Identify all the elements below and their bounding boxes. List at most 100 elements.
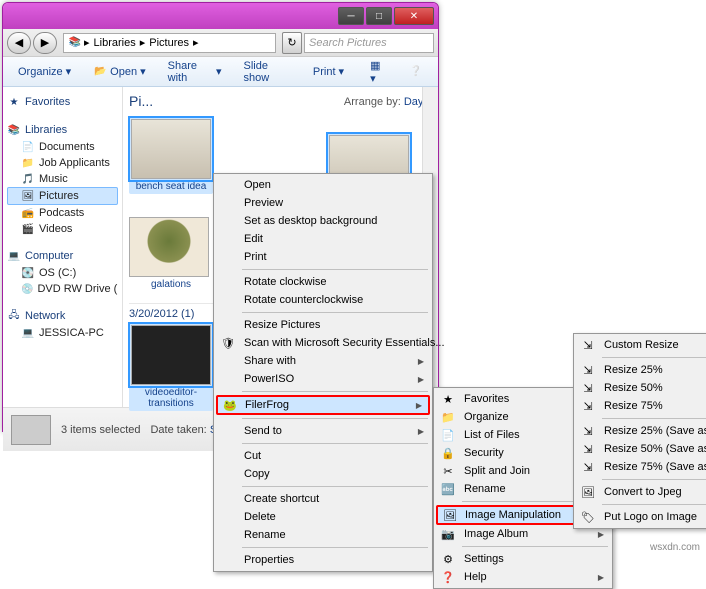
breadcrumb-item[interactable]: Pictures	[147, 37, 191, 49]
sidebar-item-pictures[interactable]: 🖼Pictures	[7, 187, 118, 205]
sidebar-item-podcasts[interactable]: 📻Podcasts	[7, 205, 118, 221]
menu-item-resize-50-[interactable]: ⇲Resize 50%	[576, 379, 706, 397]
thumbnail-label: galations	[129, 279, 213, 290]
breadcrumb-item[interactable]: Libraries	[92, 37, 138, 49]
thumbnail-image	[131, 325, 211, 385]
sidebar-libraries[interactable]: 📚Libraries	[7, 121, 118, 139]
toolbar: Organize ▾ 📂Open ▾ Share with ▾ Slide sh…	[3, 57, 438, 87]
breadcrumb[interactable]: 📚 ▸ Libraries ▸ Pictures ▸	[63, 33, 276, 53]
menu-icon: 🛡	[220, 335, 236, 351]
menu-icon: 📄	[440, 427, 456, 443]
view-button[interactable]: ▦ ▾	[361, 55, 396, 89]
thumbnail-label: videoeditor-transitions	[131, 387, 211, 409]
menu-icon: 🐸	[222, 397, 238, 413]
menu-item-settings[interactable]: ⚙Settings	[436, 550, 610, 568]
folder-icon: 📁	[21, 156, 35, 170]
sidebar-item-drive[interactable]: 💽OS (C:)	[7, 265, 118, 281]
thumbnail[interactable]: bench seat idea	[129, 117, 213, 194]
menu-icon: ⇲	[580, 337, 596, 353]
library-icon: 📚	[7, 123, 21, 137]
maximize-button[interactable]: □	[366, 7, 392, 25]
menu-icon: ⇲	[580, 441, 596, 457]
menu-item-cut[interactable]: Cut	[216, 447, 430, 465]
print-button[interactable]: Print ▾	[304, 61, 353, 82]
thumbnail-image	[131, 119, 211, 179]
menu-item-copy[interactable]: Copy	[216, 465, 430, 483]
menu-item-poweriso[interactable]: PowerISO	[216, 370, 430, 388]
folder-icon: 📻	[21, 206, 35, 220]
menu-item-edit[interactable]: Edit	[216, 230, 430, 248]
menu-item-properties[interactable]: Properties	[216, 551, 430, 569]
search-input[interactable]: Search Pictures	[304, 33, 434, 53]
sidebar-favorites[interactable]: ★Favorites	[7, 93, 118, 111]
menu-item-set-as-desktop-background[interactable]: Set as desktop background	[216, 212, 430, 230]
breadcrumb-icon: 📚	[68, 36, 82, 50]
open-button[interactable]: 📂Open ▾	[84, 61, 154, 83]
menu-item-rotate-counterclockwise[interactable]: Rotate counterclockwise	[216, 291, 430, 309]
menu-item-rotate-clockwise[interactable]: Rotate clockwise	[216, 273, 430, 291]
menu-icon: ⇲	[580, 380, 596, 396]
slideshow-button[interactable]: Slide show	[235, 56, 300, 88]
menu-item-print[interactable]: Print	[216, 248, 430, 266]
close-button[interactable]: ✕	[394, 7, 434, 25]
sidebar-item-documents[interactable]: 📄Documents	[7, 139, 118, 155]
menu-item-resize-50-save-as-jpeg-[interactable]: ⇲Resize 50% (Save as Jpeg)	[576, 440, 706, 458]
menu-item-resize-25-save-as-jpeg-[interactable]: ⇲Resize 25% (Save as Jpeg)	[576, 422, 706, 440]
menu-icon: 🖼	[442, 507, 458, 523]
menu-item-create-shortcut[interactable]: Create shortcut	[216, 490, 430, 508]
menu-item-help[interactable]: ❓Help	[436, 568, 610, 586]
status-count: 3 items selected	[61, 424, 140, 436]
menu-icon: 🔒	[440, 445, 456, 461]
menu-item-rename[interactable]: Rename	[216, 526, 430, 544]
sidebar-item-pc[interactable]: 💻JESSICA-PC	[7, 325, 118, 341]
folder-icon: 📄	[21, 140, 35, 154]
minimize-button[interactable]: ─	[338, 7, 364, 25]
menu-item-open[interactable]: Open	[216, 176, 430, 194]
folder-icon: 🎬	[21, 222, 35, 236]
forward-button[interactable]: ▶	[33, 32, 57, 54]
menu-icon: 🏷	[580, 509, 596, 525]
folder-icon: 🖼	[21, 189, 35, 203]
menu-item-put-logo-on-image[interactable]: 🏷Put Logo on Image	[576, 508, 706, 526]
sidebar-computer[interactable]: 💻Computer	[7, 247, 118, 265]
back-button[interactable]: ◀	[7, 32, 31, 54]
menu-item-resize-pictures[interactable]: Resize Pictures	[216, 316, 430, 334]
menu-item-preview[interactable]: Preview	[216, 194, 430, 212]
menu-icon: 📷	[440, 526, 456, 542]
network-icon: 🖧	[7, 309, 21, 323]
menu-item-share-with[interactable]: Share with	[216, 352, 430, 370]
open-icon: 📂	[93, 65, 107, 79]
thumbnail[interactable]: galations	[129, 217, 213, 290]
menu-item-delete[interactable]: Delete	[216, 508, 430, 526]
navbar: ◀ ▶ 📚 ▸ Libraries ▸ Pictures ▸ ↻ Search …	[3, 29, 438, 57]
menu-item-resize-75-[interactable]: ⇲Resize 75%	[576, 397, 706, 415]
sidebar-item-videos[interactable]: 🎬Videos	[7, 221, 118, 237]
refresh-button[interactable]: ↻	[282, 32, 302, 54]
sidebar-network[interactable]: 🖧Network	[7, 307, 118, 325]
thumbnail-image	[129, 217, 209, 277]
menu-item-scan-with-microsoft-security-essentials-[interactable]: 🛡Scan with Microsoft Security Essentials…	[216, 334, 430, 352]
thumbnail-label: bench seat idea	[131, 181, 211, 192]
menu-item-filerfrog[interactable]: 🐸FilerFrog	[216, 395, 430, 415]
thumbnail[interactable]: videoeditor-transitions	[129, 323, 213, 411]
share-button[interactable]: Share with ▾	[159, 56, 231, 88]
menu-item-resize-75-save-as-jpeg-[interactable]: ⇲Resize 75% (Save as Jpeg)	[576, 458, 706, 476]
help-button[interactable]: ❔	[400, 61, 432, 83]
drive-icon: 💽	[21, 266, 35, 280]
menu-item-send-to[interactable]: Send to	[216, 422, 430, 440]
arrange-by-label: Arrange by: Day ▾	[344, 95, 432, 108]
sidebar-item-drive[interactable]: 💿DVD RW Drive (D:) A	[7, 281, 118, 297]
sidebar-item-music[interactable]: 🎵Music	[7, 171, 118, 187]
menu-icon: ⇲	[580, 459, 596, 475]
menu-item-convert-to-jpeg[interactable]: 🖼Convert to Jpeg	[576, 483, 706, 501]
folder-icon: 🎵	[21, 172, 35, 186]
menu-icon: ⚙	[440, 551, 456, 567]
sidebar-item-job-applicants[interactable]: 📁Job Applicants	[7, 155, 118, 171]
menu-item-resize-25-[interactable]: ⇲Resize 25%	[576, 361, 706, 379]
menu-icon: ⇲	[580, 362, 596, 378]
menu-icon: ⇲	[580, 423, 596, 439]
arrange-by-value[interactable]: Day	[404, 96, 424, 108]
library-title: Pi...	[129, 93, 153, 109]
menu-item-custom-resize[interactable]: ⇲Custom Resize	[576, 336, 706, 354]
organize-button[interactable]: Organize ▾	[9, 61, 80, 82]
